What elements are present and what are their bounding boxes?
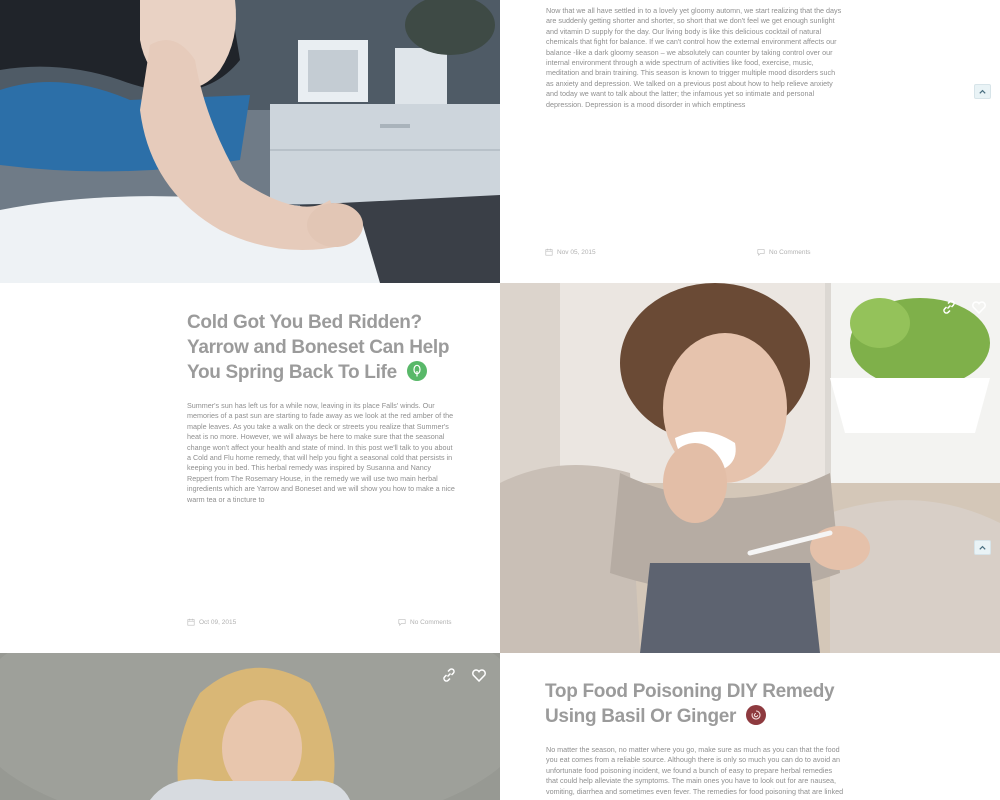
post-comments-text: No Comments xyxy=(410,618,452,626)
post-image-cold[interactable] xyxy=(500,283,1000,653)
post-date-text: Oct 09, 2015 xyxy=(199,618,237,626)
link-icon[interactable] xyxy=(441,667,457,683)
post-image-depression[interactable] xyxy=(0,0,500,283)
calendar-icon xyxy=(187,618,195,626)
post-card-depression: Now that we all have settled in to a lov… xyxy=(500,0,1000,283)
woman-in-bed-photo xyxy=(0,0,500,283)
swirl-icon xyxy=(751,710,761,720)
category-badge[interactable] xyxy=(746,705,767,725)
post-comments-link[interactable]: No Comments xyxy=(398,618,452,626)
post-comments-text: No Comments xyxy=(769,248,811,256)
post-card-food-poisoning: Top Food Poisoning DIY Remedy Using Basi… xyxy=(500,653,1000,800)
category-badge[interactable] xyxy=(406,361,427,381)
post-title[interactable]: Cold Got You Bed Ridden? Yarrow and Bone… xyxy=(187,310,477,385)
heart-icon[interactable] xyxy=(971,299,987,315)
tree-icon xyxy=(413,364,421,377)
woman-with-cold-photo xyxy=(500,283,1000,653)
post-image-food-poisoning[interactable] xyxy=(0,653,500,800)
post-image-actions xyxy=(941,299,987,315)
post-excerpt: Now that we all have settled in to a lov… xyxy=(546,6,842,109)
post-card-cold-yarrow: Cold Got You Bed Ridden? Yarrow and Bone… xyxy=(0,283,500,653)
post-date: Oct 09, 2015 xyxy=(187,618,236,626)
post-title-text: Top Food Poisoning DIY Remedy Using Basi… xyxy=(545,681,835,727)
woman-stomach-ache-photo xyxy=(0,653,500,800)
comment-icon xyxy=(398,619,406,626)
chevron-up-icon xyxy=(979,89,986,94)
post-date: Nov 05, 2015 xyxy=(545,248,596,256)
heart-icon[interactable] xyxy=(471,667,487,683)
chevron-up-icon xyxy=(979,545,986,550)
post-excerpt: Summer's sun has left us for a while now… xyxy=(187,401,455,504)
post-excerpt: No matter the season, no matter where yo… xyxy=(546,745,844,796)
scroll-top-button[interactable] xyxy=(974,540,991,555)
post-image-actions xyxy=(441,667,487,683)
post-date-text: Nov 05, 2015 xyxy=(557,248,596,256)
scroll-top-button[interactable] xyxy=(974,84,991,99)
link-icon[interactable] xyxy=(941,299,957,315)
post-title[interactable]: Top Food Poisoning DIY Remedy Using Basi… xyxy=(545,679,875,729)
calendar-icon xyxy=(545,248,553,256)
comment-icon xyxy=(757,249,765,256)
post-comments-link[interactable]: No Comments xyxy=(757,248,811,256)
